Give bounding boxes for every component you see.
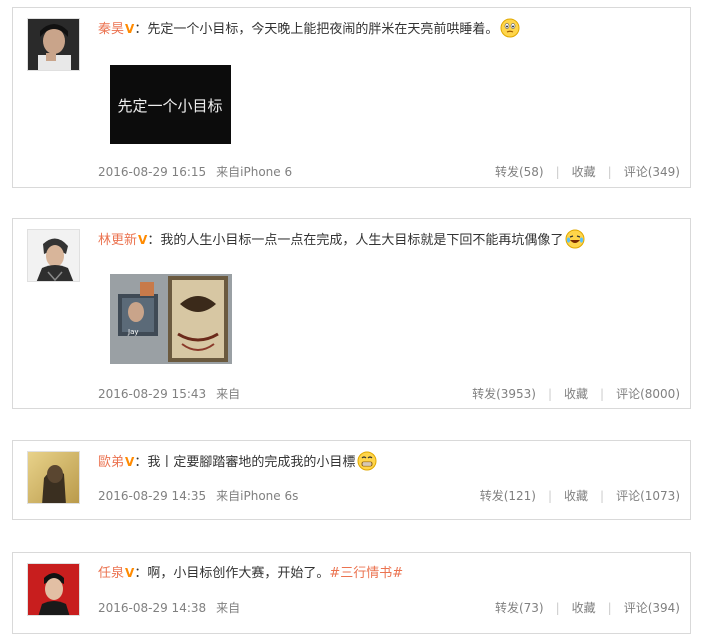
weibo-post-3: 歐弟V：我丨定要腳踏審地的完成我的小目標 2016-08-29 14:35 来自i… [12,440,691,520]
post-meta: 2016-08-29 15:43 来自 [98,385,240,402]
grinning-face-emoji-icon [357,451,377,478]
source: 来自 [216,601,241,615]
weibo-post-4: 任泉V：啊，小目标创作大赛，开始了。#三行情书# 2016-08-29 14:3… [12,552,691,634]
repost-button[interactable]: 转发(121) [480,489,536,503]
divider: | [555,601,560,615]
avatar[interactable] [27,563,80,616]
divider: | [600,489,605,503]
post-image[interactable]: Jay [110,274,232,364]
repost-button[interactable]: 转发(73) [495,601,544,615]
repost-button[interactable]: 转发(3953) [472,387,536,401]
verified-badge-icon: V [125,22,135,36]
comment-button[interactable]: 评论(8000) [616,387,680,401]
favorite-button[interactable]: 收藏 [564,387,588,401]
favorite-button[interactable]: 收藏 [572,165,596,179]
favorite-button[interactable]: 收藏 [564,489,588,503]
laughing-tears-emoji-icon [565,229,585,256]
post-text-line: 任泉V：啊，小目标创作大赛，开始了。#三行情书# [98,563,682,584]
post-text-line: 秦昊V：先定一个小目标，今天晚上能把夜闹的胖米在天亮前哄睡着。 [98,18,682,45]
source: 来自 [216,387,241,401]
post-text-line: 歐弟V：我丨定要腳踏審地的完成我的小目標 [98,451,682,478]
confused-face-emoji-icon [500,18,520,45]
image-caption: 先定一个小目标 [117,97,222,115]
divider: | [547,387,553,401]
post-image[interactable]: 先定一个小目标 [110,65,231,144]
post-text: ：先定一个小目标，今天晚上能把夜闹的胖米在天亮前哄睡着。 [134,22,499,37]
username-link[interactable]: 秦昊 [98,22,124,37]
post-actions: 转发(121) | 收藏 | 评论(1073) [480,487,680,504]
comment-button[interactable]: 评论(349) [624,165,680,179]
post-actions: 转发(58) | 收藏 | 评论(349) [495,163,680,180]
source: 来自iPhone 6s [216,489,299,503]
username-link[interactable]: 歐弟 [98,455,124,470]
post-text-line: 林更新V：我的人生小目标一点一点在完成，人生大目标就是下回不能再坑偶像了 [98,229,682,256]
post-text: ：我丨定要腳踏審地的完成我的小目標 [134,455,356,470]
divider: | [607,601,612,615]
timestamp[interactable]: 2016-08-29 16:15 [98,165,206,179]
post-actions: 转发(3953) | 收藏 | 评论(8000) [472,385,680,402]
timestamp[interactable]: 2016-08-29 14:35 [98,489,206,503]
post-meta: 2016-08-29 16:15 来自iPhone 6 [98,163,292,180]
comment-button[interactable]: 评论(394) [624,601,680,615]
timestamp[interactable]: 2016-08-29 15:43 [98,387,206,401]
post-actions: 转发(73) | 收藏 | 评论(394) [495,599,680,616]
divider: | [607,165,612,179]
divider: | [600,387,605,401]
repost-button[interactable]: 转发(58) [495,165,544,179]
post-meta: 2016-08-29 14:38 来自 [98,599,240,616]
source: 来自iPhone 6 [216,165,293,179]
username-link[interactable]: 林更新 [98,233,137,248]
favorite-button[interactable]: 收藏 [572,601,596,615]
hashtag-link[interactable]: #三行情书# [329,566,403,581]
avatar[interactable] [27,18,80,71]
post-text: ：啊，小目标创作大赛，开始了。 [134,566,330,581]
username-link[interactable]: 任泉 [98,566,124,581]
divider: | [547,489,553,503]
comment-button[interactable]: 评论(1073) [616,489,680,503]
album-label: Jay [127,328,139,336]
timestamp[interactable]: 2016-08-29 14:38 [98,601,206,615]
weibo-post-1: 秦昊V：先定一个小目标，今天晚上能把夜闹的胖米在天亮前哄睡着。 先定一个小目标 … [12,7,691,188]
verified-badge-icon: V [125,455,135,469]
avatar[interactable] [27,229,80,282]
weibo-post-2: 林更新V：我的人生小目标一点一点在完成，人生大目标就是下回不能再坑偶像了 Jay… [12,218,691,409]
avatar[interactable] [27,451,80,504]
post-meta: 2016-08-29 14:35 来自iPhone 6s [98,487,298,504]
post-text: ：我的人生小目标一点一点在完成，人生大目标就是下回不能再坑偶像了 [147,233,564,248]
divider: | [555,165,560,179]
verified-badge-icon: V [125,566,135,580]
verified-badge-icon: V [138,233,148,247]
